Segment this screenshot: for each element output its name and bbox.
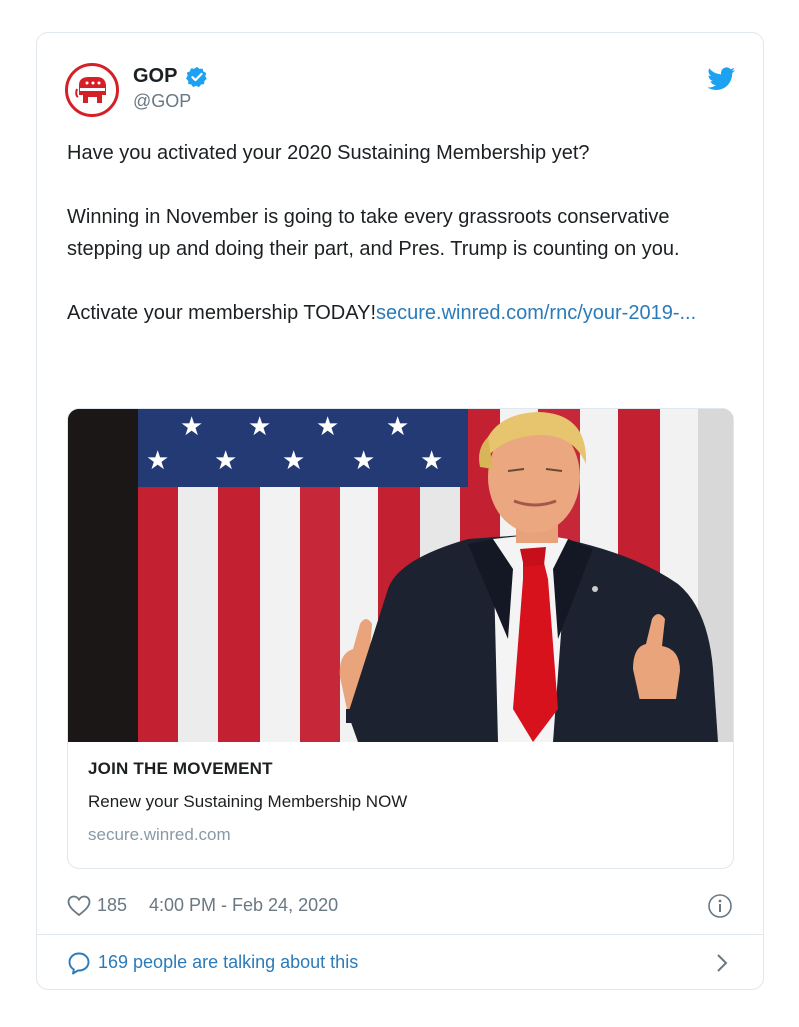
conversation-footer[interactable]: 169 people are talking about this [67,950,733,976]
link-preview-card[interactable]: ★ ★ ★ ★ ★ ★ ★ ★ ★ JOIN THE MOVEMENT Rene… [67,408,734,869]
cta-text: Activate your membership TODAY! [67,302,377,324]
tweet-line-body: Winning in November is going to take eve… [67,206,680,260]
account-handle[interactable]: @GOP [133,91,208,112]
svg-text:★: ★ [248,412,271,442]
tweet-line-question: Have you activated your 2020 Sustaining … [67,142,590,164]
preview-title: JOIN THE MOVEMENT [88,759,273,778]
speech-bubble-icon [68,952,90,975]
talking-count-link[interactable]: 169 people are talking about this [98,952,358,973]
svg-text:★: ★ [146,446,169,476]
preview-caption: JOIN THE MOVEMENT Renew your Sustaining … [88,759,713,845]
twitter-bird-icon[interactable] [707,67,735,91]
svg-text:★: ★ [214,446,237,476]
svg-text:★: ★ [282,446,305,476]
divider [37,934,763,935]
tweet-line-cta: Activate your membership TODAY!secure.wi… [67,297,747,329]
svg-text:★: ★ [316,412,339,442]
account-name[interactable]: GOP [133,65,177,88]
preview-photo: ★ ★ ★ ★ ★ ★ ★ ★ ★ [68,409,733,742]
chevron-right-icon[interactable] [715,952,729,974]
tweet-embed-card: GOP @GOP Have you activated your 2020 Su… [36,32,764,990]
svg-text:★: ★ [420,446,443,476]
avatar[interactable] [65,63,119,117]
tweet-header: GOP @GOP [65,63,735,119]
tweet-text: Have you activated your 2020 Sustaining … [67,137,747,329]
preview-domain: secure.winred.com [88,825,231,844]
verified-badge-icon [185,66,207,87]
heart-icon[interactable] [67,895,91,917]
svg-text:★: ★ [386,412,409,442]
tweet-meta: 185 4:00 PM - Feb 24, 2020 [67,893,733,919]
account-info: GOP @GOP [133,65,208,112]
preview-description: Renew your Sustaining Membership NOW [88,792,408,811]
tweet-timestamp[interactable]: 4:00 PM - Feb 24, 2020 [149,895,338,916]
info-icon[interactable] [707,893,733,919]
svg-text:★: ★ [180,412,203,442]
svg-text:★: ★ [352,446,375,476]
like-count[interactable]: 185 [97,895,127,916]
republican-elephant-icon [75,77,106,103]
tweet-link[interactable]: secure.winred.com/rnc/your-2019-... [376,302,696,324]
